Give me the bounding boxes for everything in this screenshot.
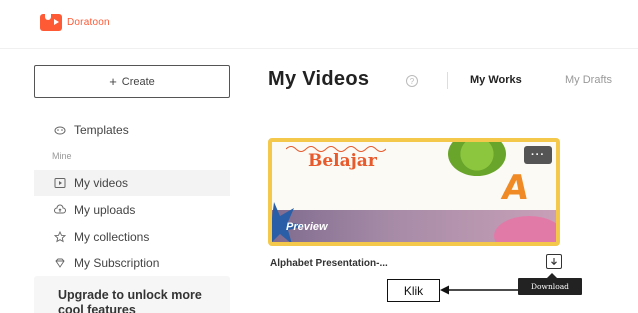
upgrade-text: Upgrade to unlock more cool features — [58, 288, 202, 313]
sidebar-item-templates[interactable]: Templates — [34, 117, 230, 143]
tab-my-works[interactable]: My Works — [470, 74, 522, 86]
logo[interactable]: Doratoon — [40, 14, 110, 31]
page-title: My Videos — [268, 68, 370, 90]
top-bar: Doratoon — [0, 0, 638, 44]
sidebar-item-my-collections[interactable]: My collections — [34, 224, 230, 250]
annotation-label: Klik — [387, 279, 440, 302]
download-icon — [551, 257, 557, 265]
sidebar-item-my-videos[interactable]: My videos — [34, 170, 230, 196]
sidebar-item-label: My uploads — [74, 203, 136, 217]
green-blob-decoration — [448, 142, 506, 176]
logo-text: Doratoon — [67, 17, 110, 28]
download-button[interactable] — [546, 254, 562, 269]
logo-icon — [40, 14, 62, 31]
star-icon — [54, 231, 66, 243]
video-card-thumbnail[interactable]: Belajar A Preview ··· — [268, 138, 560, 246]
help-icon[interactable]: ? — [406, 75, 418, 87]
sidebar-item-label: My videos — [74, 176, 129, 190]
create-label: Create — [121, 75, 155, 88]
upgrade-banner[interactable]: Upgrade to unlock more cool features — [34, 276, 230, 313]
preview-label: Preview — [286, 221, 328, 233]
download-tooltip: Download — [518, 273, 582, 295]
sidebar-item-label: Templates — [74, 123, 129, 137]
tab-my-drafts[interactable]: My Drafts — [565, 74, 612, 86]
sidebar-item-my-uploads[interactable]: My uploads — [34, 197, 230, 223]
annotation-arrow-icon — [440, 285, 518, 295]
sidebar-item-label: My collections — [74, 230, 150, 244]
header-divider — [0, 48, 638, 49]
thumbnail-heading: Belajar — [308, 151, 377, 171]
sidebar-item-label: My Subscription — [74, 256, 160, 270]
diamond-icon — [54, 257, 66, 269]
create-button[interactable]: + Create — [34, 65, 230, 98]
title-divider — [447, 72, 448, 89]
templates-icon — [54, 124, 66, 136]
thumbnail-letter: A — [499, 168, 532, 208]
video-title[interactable]: Alphabet Presentation-... — [270, 258, 388, 269]
more-options-button[interactable]: ··· — [524, 146, 552, 164]
plus-icon: + — [109, 74, 117, 89]
thumbnail-background: Belajar A Preview ··· — [272, 142, 556, 242]
section-label-mine: Mine — [52, 151, 72, 161]
cloud-upload-icon — [54, 204, 66, 216]
sidebar-item-my-subscription[interactable]: My Subscription — [34, 250, 230, 276]
video-icon — [54, 177, 66, 189]
